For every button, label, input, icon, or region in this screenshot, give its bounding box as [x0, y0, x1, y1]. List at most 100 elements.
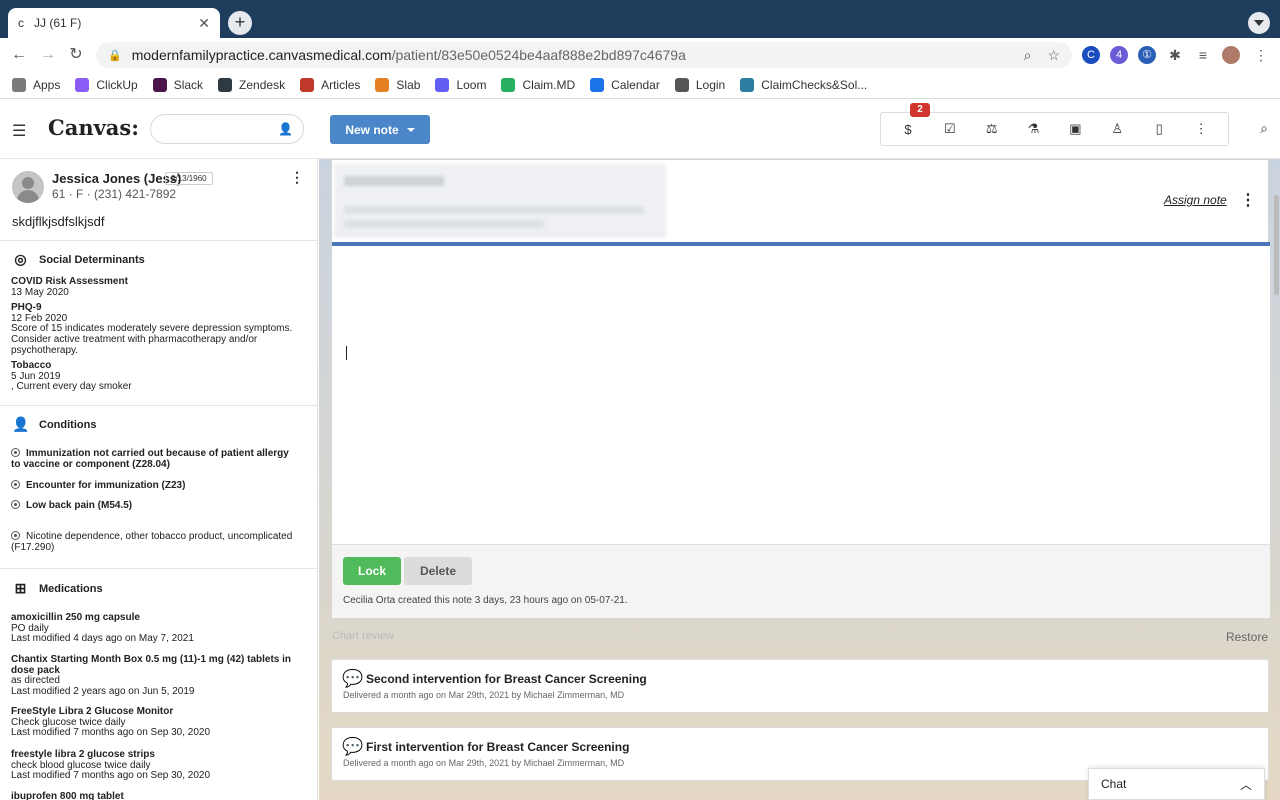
- condition-item[interactable]: Encounter for immunization (Z23): [11, 480, 301, 491]
- new-tab-button[interactable]: +: [228, 11, 252, 35]
- social-item[interactable]: COVID Risk Assessment 13 May 2020: [11, 276, 301, 298]
- assign-note-link[interactable]: Assign note: [1164, 193, 1227, 207]
- medication-item[interactable]: Chantix Starting Month Box 0.5 mg (11)-1…: [11, 654, 301, 698]
- bookmark-clickup[interactable]: ClickUp: [75, 77, 138, 92]
- close-tab-icon[interactable]: ✕: [198, 15, 210, 32]
- address-bar[interactable]: 🔒 modernfamilypractice.canvasmedical.com…: [96, 42, 1072, 68]
- note-editor[interactable]: [332, 246, 1270, 544]
- intervention-card[interactable]: 💬 Second intervention for Breast Cancer …: [331, 659, 1269, 713]
- bookmark-slack[interactable]: Slack: [152, 77, 203, 92]
- radio-dot-icon: [11, 448, 20, 457]
- bookmark-loom[interactable]: Loom: [435, 77, 486, 92]
- lab-flask-icon[interactable]: ⚗: [1022, 121, 1046, 137]
- bookmark-login[interactable]: Login: [674, 77, 725, 92]
- document-icon[interactable]: ▯: [1147, 121, 1171, 137]
- extension-icon-2[interactable]: 4: [1110, 46, 1128, 64]
- intervention-subtitle: Delivered a month ago on Mar 29th, 2021 …: [343, 690, 625, 700]
- browser-tab[interactable]: c JJ (61 F) ✕: [8, 8, 220, 38]
- claim-md-icon: [501, 77, 516, 92]
- patient-note: skdjflkjsdfslkjsdf: [12, 214, 105, 229]
- slack-icon: [152, 77, 167, 92]
- zoom-icon[interactable]: ⌕: [1024, 47, 1032, 64]
- target-icon: ◎: [14, 251, 27, 267]
- chat-widget[interactable]: Chat ︿: [1088, 768, 1265, 800]
- patient-name[interactable]: Jessica Jones (Jess): [52, 171, 181, 186]
- patient-search[interactable]: 👤: [150, 114, 304, 144]
- login-icon: [674, 77, 689, 92]
- bookmark-claim-md[interactable]: Claim.MD: [501, 77, 575, 92]
- apps-grid-icon: [12, 77, 26, 92]
- radio-dot-icon: [11, 500, 20, 509]
- tasks-check-icon[interactable]: ☑: [938, 121, 962, 137]
- person-icon: 👤: [278, 122, 293, 136]
- bookmark-apps[interactable]: Apps: [12, 77, 60, 92]
- intervention-title: Second intervention for Breast Cancer Sc…: [366, 672, 647, 686]
- new-note-button[interactable]: New note: [330, 115, 430, 144]
- extensions-puzzle-icon[interactable]: ✱: [1166, 46, 1184, 64]
- slab-icon: [375, 77, 390, 92]
- section-social-determinants[interactable]: ◎ Social Determinants: [12, 251, 144, 268]
- medication-item[interactable]: amoxicillin 250 mg capsule PO daily Last m…: [11, 612, 301, 645]
- social-item[interactable]: PHQ-9 12 Feb 2020 Score of 15 indicates mo…: [11, 302, 301, 357]
- header-icon-bar: $ ☑ ⚖ ⚗ ▣ ♙ ▯ ⋮: [880, 112, 1229, 146]
- chevron-up-icon[interactable]: ︿: [1240, 776, 1252, 793]
- bookmark-slab[interactable]: Slab: [375, 77, 420, 92]
- condition-item[interactable]: Immunization not carried out because of …: [11, 448, 301, 470]
- note-more-icon[interactable]: ⋮: [1240, 190, 1256, 210]
- note-header-blurred: [334, 164, 666, 238]
- condition-item[interactable]: Nicotine dependence, other tobacco produ…: [11, 531, 301, 553]
- reload-icon[interactable]: ↻: [65, 44, 87, 66]
- person-silhouette-icon: 👤: [12, 416, 30, 432]
- medication-item[interactable]: FreeStyle Libra 2 Glucose Monitor Check g…: [11, 706, 301, 739]
- forward-arrow-icon[interactable]: →: [37, 44, 59, 66]
- more-vertical-icon[interactable]: ⋮: [1189, 121, 1213, 137]
- back-arrow-icon[interactable]: ←: [8, 44, 30, 66]
- patient-sidebar: Jessica Jones (Jess) 2/13/1960 61 · F · …: [0, 159, 318, 800]
- bookmarks-bar: Apps ClickUp Slack Zendesk Articles Slab…: [0, 71, 1280, 99]
- reading-list-icon[interactable]: ≡: [1194, 46, 1212, 64]
- claimchecks-icon: [740, 77, 755, 92]
- condition-item[interactable]: Low back pain (M54.5): [11, 500, 301, 511]
- profile-avatar[interactable]: [1222, 46, 1240, 64]
- text-cursor: [346, 346, 347, 360]
- bookmark-claimchecks[interactable]: ClaimChecks&Sol...: [740, 77, 867, 92]
- speech-bubble-icon: 💬: [342, 669, 364, 688]
- bookmark-star-icon[interactable]: ☆: [1047, 47, 1060, 64]
- balance-scale-icon[interactable]: ⚖: [980, 121, 1004, 137]
- patient-search-input[interactable]: [161, 115, 281, 143]
- image-icon[interactable]: ▣: [1063, 121, 1087, 137]
- lock-icon: 🔒: [108, 49, 122, 62]
- medication-item[interactable]: ibuprofen 800 mg tablet: [11, 791, 301, 800]
- notification-badge: 2: [910, 103, 930, 117]
- app-header: ☰ Canvas: 👤 New note $ ☑ ⚖ ⚗ ▣ ♙ ▯ ⋮ 2 ⌕: [0, 99, 1280, 159]
- medication-item[interactable]: freestyle libra 2 glucose strips check bl…: [11, 749, 301, 782]
- section-conditions[interactable]: 👤 Conditions: [12, 416, 96, 433]
- radio-dot-icon: [11, 531, 20, 540]
- tab-search-dropdown-icon[interactable]: [1248, 12, 1270, 34]
- chevron-down-icon: [406, 127, 415, 132]
- intervention-subtitle: Delivered a month ago on Mar 29th, 2021 …: [343, 758, 625, 768]
- provider-person-icon[interactable]: ♙: [1105, 121, 1129, 137]
- scrollbar-thumb[interactable]: [1274, 195, 1279, 295]
- section-medications[interactable]: ⊞ Medications: [12, 580, 103, 597]
- hamburger-menu-icon[interactable]: ☰: [12, 121, 26, 141]
- billing-dollar-icon[interactable]: $: [896, 122, 920, 137]
- url-path: /patient/83e50e0524be4aaf888e2bd897c4679…: [391, 47, 686, 63]
- bookmark-zendesk[interactable]: Zendesk: [218, 77, 285, 92]
- patient-dob-badge: 2/13/1960: [165, 172, 213, 185]
- delete-button[interactable]: Delete: [404, 557, 472, 585]
- patient-more-icon[interactable]: ⋮: [290, 169, 304, 186]
- password-manager-icon[interactable]: ①: [1138, 46, 1156, 64]
- search-icon[interactable]: ⌕: [1260, 120, 1268, 137]
- restore-link[interactable]: Restore: [1226, 630, 1268, 644]
- browser-menu-icon[interactable]: ⋮: [1252, 46, 1270, 64]
- social-item[interactable]: Tobacco 5 Jun 2019, Current every day smo…: [11, 360, 301, 393]
- browser-toolbar: ← → ↻ 🔒 modernfamilypractice.canvasmedic…: [0, 38, 1280, 71]
- lock-button[interactable]: Lock: [343, 557, 401, 585]
- extension-icon-1[interactable]: C: [1082, 46, 1100, 64]
- loom-icon: [435, 77, 450, 92]
- bookmark-articles[interactable]: Articles: [300, 77, 360, 92]
- bookmark-calendar[interactable]: Calendar: [590, 77, 660, 92]
- tab-title: JJ (61 F): [34, 16, 82, 30]
- canvas-favicon-icon: c: [18, 16, 24, 30]
